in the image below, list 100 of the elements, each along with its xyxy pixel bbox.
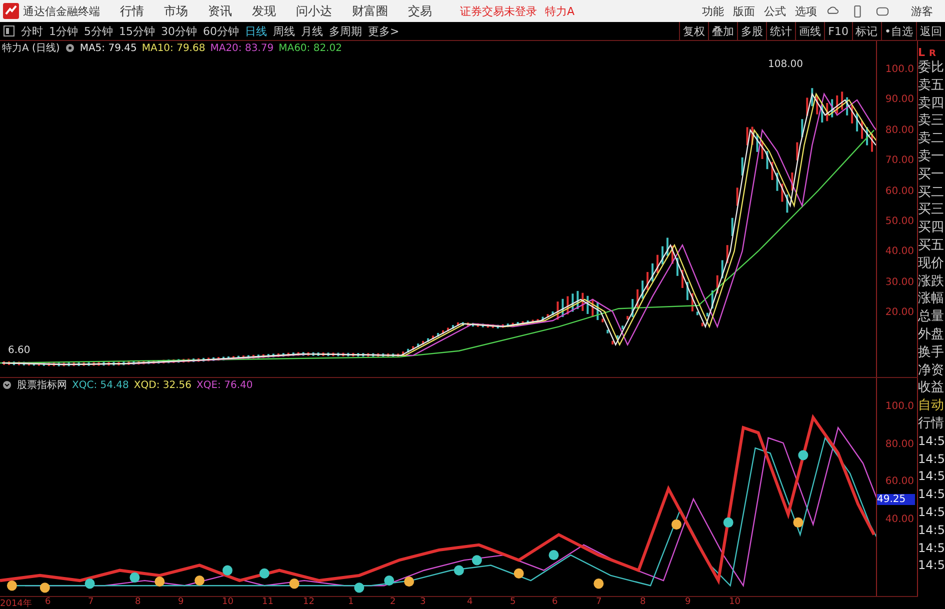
panel-label[interactable]: 行情 [918,414,945,433]
date-axis-label: 9 [685,597,691,608]
menu-item[interactable]: 市场 [164,2,188,20]
menu-item[interactable]: 财富圈 [352,2,388,20]
ma-legend: MA60: 82.02 [278,42,342,54]
ma-legend: MA5: 79.45 [80,42,137,54]
menu-item[interactable]: 公式 [764,4,786,18]
date-axis-label: 2 [390,597,396,608]
quote-label: 买二 [918,184,945,202]
trade-time: 14:5 [918,557,945,574]
quote-label: 总量 [918,308,945,326]
high-price-label: 108.00 [768,59,803,70]
menu-item[interactable]: 资讯 [208,2,232,20]
date-axis-label: 12 [303,597,314,608]
app-title: 通达信金融终端 [23,4,100,18]
price-axis-label: 50.00 [885,216,915,229]
quote-label: 买五 [918,236,945,255]
indicator-legend: XQC: 54.48 [72,380,129,391]
indicator-title: 股票指标网 [17,378,67,392]
quote-label: 净资 [918,362,945,380]
date-axis-label: 2014年 [0,598,32,609]
price-axis-label: 100.0 [885,64,915,77]
panel-label[interactable]: 自动 [918,397,945,415]
panel-toggle[interactable]: L [918,46,926,59]
period-tab[interactable]: 月线 [301,24,323,38]
period-tab[interactable]: 周线 [273,24,295,38]
toolbar-button[interactable]: •自选 [880,22,916,40]
trade-time: 14:5 [918,468,945,486]
date-axis-label: 11 [262,597,274,608]
period-tab[interactable]: 30分钟 [161,24,197,38]
trade-time: 14:5 [918,522,945,539]
period-tab[interactable]: 60分钟 [203,24,239,38]
date-axis-label: 8 [640,597,646,608]
user-label[interactable]: 游客 [911,4,933,18]
date-axis-label: 1 [348,597,354,608]
date-axis-label: 6 [45,597,51,608]
login-status: 证券交易未登录 [460,4,537,18]
message-icon[interactable] [876,4,889,18]
menu-item[interactable]: 发现 [252,2,276,20]
chart-title: 特力A (日线) [2,42,60,55]
period-tab[interactable]: 分时 [21,24,43,38]
date-axis-label: 3 [420,597,426,608]
indicator-axis-label: 80.00 [885,438,915,451]
stock-name: 特力A [545,4,575,18]
quote-label: 卖一 [918,148,945,166]
period-tab[interactable]: 日线 [245,24,267,38]
collapse-icon[interactable] [2,380,12,390]
price-axis-label: 60.00 [885,186,915,199]
period-tab[interactable]: 5分钟 [84,24,113,38]
quote-label: 卖五 [918,76,945,95]
quote-label: 买三 [918,201,945,220]
date-axis-label: 5 [510,597,516,608]
menu-item[interactable]: 问小达 [296,2,332,20]
indicator-axis-label: 40.00 [885,514,915,526]
ma-legend: MA20: 83.79 [210,42,274,54]
current-value-badge: 49.25 [877,494,915,506]
indicator-legend: XQD: 32.56 [134,380,192,391]
settings-icon[interactable] [64,43,75,53]
panel-toggle-icon[interactable] [3,25,15,37]
quote-label: 涨跌 [918,272,945,290]
date-axis-label: 6 [552,597,558,608]
logo-icon [3,3,19,19]
quote-label: 涨幅 [918,290,945,308]
date-axis-label: 10 [729,597,740,608]
price-axis-label: 70.00 [885,155,915,168]
date-axis-label: 7 [596,597,602,608]
price-axis-label: 90.00 [885,94,915,108]
menu-item[interactable]: 交易 [408,2,432,20]
ma-legend: MA10: 79.68 [142,42,206,54]
quote-label: 买四 [918,219,945,237]
quote-label: 买一 [918,166,945,184]
quote-label: 收益 [918,379,945,398]
quote-label: 卖二 [918,130,945,148]
price-axis-label: 20.00 [885,307,915,320]
trade-time: 14:5 [918,504,945,521]
indicator-axis-label: 100.0 [885,401,915,414]
trade-time: 14:5 [918,450,945,468]
quote-label: 换手 [918,344,945,362]
menu-item[interactable]: 选项 [795,4,817,18]
period-tab[interactable]: 更多> [368,24,400,38]
period-tab[interactable]: 1分钟 [49,24,78,38]
period-tab[interactable]: 15分钟 [119,24,155,38]
date-axis-label: 10 [222,597,234,608]
menu-item[interactable]: 版面 [733,4,755,18]
date-axis-label: 7 [88,597,94,608]
menu-item[interactable]: 行情 [120,2,144,20]
trade-time: 14:5 [918,540,945,557]
quote-label: 委比 [918,59,945,77]
panel-toggle[interactable]: R [929,49,936,59]
indicator-axis-label: 60.00 [885,476,915,488]
period-tab[interactable]: 多周期 [329,24,362,38]
quote-label: 卖四 [918,94,945,112]
quote-label: 外盘 [918,326,945,344]
quote-label: 现价 [918,254,945,273]
price-axis-label: 40.00 [885,246,915,260]
low-price-label: 6.60 [8,345,30,356]
menu-item[interactable]: 功能 [702,4,724,18]
price-axis-label: 80.00 [885,124,915,138]
indicator-legend: XQE: 76.40 [196,380,253,391]
price-axis-label: 30.00 [885,276,915,290]
